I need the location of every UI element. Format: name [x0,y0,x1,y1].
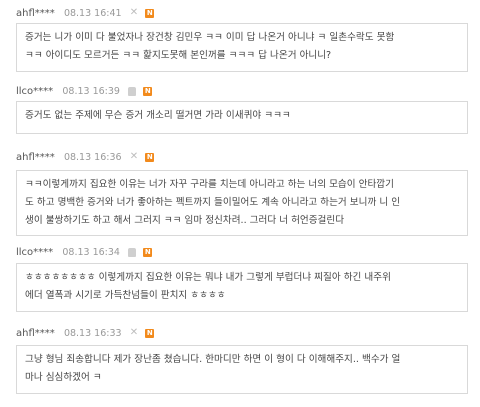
comment-time: 08.13 16:39 [62,86,120,97]
comment-body: 증거는 니가 이미 다 불었자나 장건창 김민우 ㅋㅋ 이미 답 나온거 아니냐… [16,23,468,72]
new-badge-icon: N [143,86,153,96]
comment-body: 증거도 없는 주제에 무슨 증거 개소리 떨거면 가라 이새퀴야 ㅋㅋㅋ [16,101,468,134]
comment-text-line: 생이 불쌍하기도 하고 해서 그러지 ㅋㅋ 임마 정신차려.. 그러다 너 허언… [25,215,345,226]
report-alert-icon[interactable] [128,86,137,96]
close-x-icon[interactable]: ✕ [130,5,138,21]
comment-author[interactable]: llco**** [16,247,53,258]
comment-text-line: 에더 열폭과 시기로 가득찬넘들이 판치지 ㅎㅎㅎㅎ [25,290,226,301]
comment-text-line: 도 하고 명백한 증거와 너가 좋아하는 펙트까지 들이밀어도 계속 아니라고 … [25,197,401,208]
comment-time: 08.13 16:41 [63,8,122,19]
comment-time: 08.13 16:34 [62,247,120,258]
comment-author[interactable]: ahfl**** [16,8,55,19]
comment-body: ㅋㅋ이렇게까지 집요한 이유는 너가 자꾸 구라를 치는데 아니라고 하는 너의… [16,170,468,236]
new-badge-icon: N [143,247,153,257]
comment-meta: llco**** 08.13 16:34 N [16,245,153,261]
close-x-icon[interactable]: ✕ [130,149,138,165]
comment-text-line: 그냥 형님 죄송합니다 제가 장난좀 쳤습니다. 한마디만 하면 이 형이 다 … [25,354,401,365]
comment-meta: llco**** 08.13 16:39 N [16,84,153,100]
comment-author[interactable]: llco**** [16,86,53,97]
comment-meta: ahfl**** 08.13 16:36 ✕ N [16,149,155,165]
comment-body: ㅎㅎㅎㅎㅎㅎㅎㅎ 이렇게까지 집요한 이유는 뭐냐 내가 그렇게 부럽더냐 찌질… [16,263,468,312]
new-badge-icon: N [145,8,155,18]
comment-meta: ahfl**** 08.13 16:41 ✕ N [16,5,155,21]
comment-text-line: ㅎㅎㅎㅎㅎㅎㅎㅎ 이렇게까지 집요한 이유는 뭐냐 내가 그렇게 부럽더냐 찌질… [25,272,391,283]
comment-author[interactable]: ahfl**** [16,152,55,163]
report-alert-icon[interactable] [128,247,137,257]
comment-author[interactable]: ahfl**** [16,328,55,339]
comment-time: 08.13 16:33 [63,328,122,339]
new-badge-icon: N [145,328,155,338]
comment-text-line: 증거는 니가 이미 다 불었자나 장건창 김민우 ㅋㅋ 이미 답 나온거 아니냐… [25,32,395,43]
comment-text-line: 증거도 없는 주제에 무슨 증거 개소리 떨거면 가라 이새퀴야 ㅋㅋㅋ [25,110,291,121]
comment-body: 그냥 형님 죄송합니다 제가 장난좀 쳤습니다. 한마디만 하면 이 형이 다 … [16,345,468,394]
comment-time: 08.13 16:36 [63,152,122,163]
close-x-icon[interactable]: ✕ [130,325,138,341]
comment-text-line: 마나 심심하겠어 ㅋ [25,372,102,383]
new-badge-icon: N [145,152,155,162]
comment-meta: ahfl**** 08.13 16:33 ✕ N [16,325,155,341]
comment-text-line: ㅋㅋ이렇게까지 집요한 이유는 너가 자꾸 구라를 치는데 아니라고 하는 너의… [25,179,394,190]
comment-text-line: ㅋㅋ 아이디도 모르거든 ㅋㅋ 핥지도못해 본인꺼를 ㅋㅋㅋ 답 나온거 아니니… [25,50,332,61]
